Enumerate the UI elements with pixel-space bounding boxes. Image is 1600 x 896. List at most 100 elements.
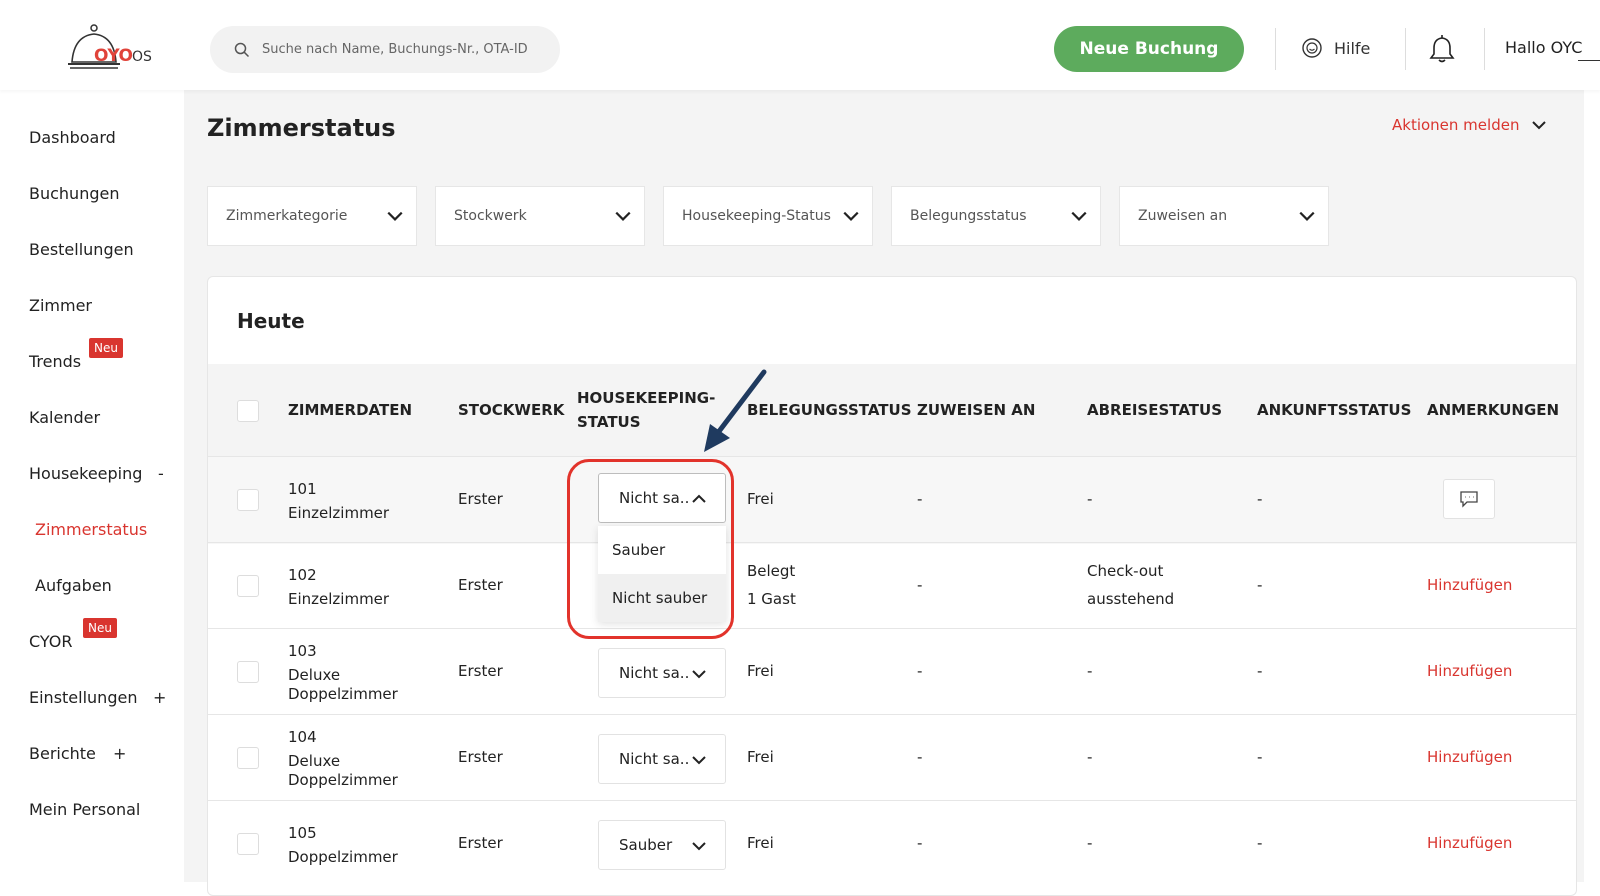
floor: Erster: [458, 576, 503, 594]
housekeeping-status-select[interactable]: Sauber: [598, 820, 726, 870]
help-link[interactable]: Hilfe: [1300, 36, 1370, 60]
sidebar-item-dashboard[interactable]: Dashboard: [29, 128, 116, 147]
row-checkbox[interactable]: [237, 489, 259, 511]
filter-label: Zuweisen an: [1138, 208, 1228, 224]
expand-icon[interactable]: +: [153, 688, 166, 707]
sidebar-item-rooms[interactable]: Zimmer: [29, 296, 92, 315]
filter-occupancy-status[interactable]: Belegungsstatus: [891, 186, 1101, 246]
departure-status: Check-out: [1087, 562, 1164, 580]
room-type-2: Doppelzimmer: [288, 771, 398, 789]
housekeeping-status-select[interactable]: Nicht sa..: [598, 734, 726, 784]
room-type: Einzelzimmer: [288, 504, 390, 522]
support-headset-icon: [1302, 38, 1322, 58]
departure-status: -: [1087, 662, 1093, 680]
underline: [1578, 60, 1600, 61]
chevron-down-icon: [692, 842, 706, 851]
report-actions-label: Aktionen melden: [1392, 116, 1520, 134]
sidebar-item-room-status[interactable]: Zimmerstatus: [35, 520, 147, 539]
search-bar[interactable]: [210, 26, 560, 73]
sidebar-item-housekeeping[interactable]: Housekeeping: [29, 464, 142, 483]
add-note-link[interactable]: Hinzufügen: [1427, 573, 1512, 597]
annotation-arrow-icon: [704, 369, 767, 452]
sidebar-item-orders[interactable]: Bestellungen: [29, 240, 134, 259]
chevron-down-icon: [1532, 121, 1547, 130]
room-number: 103: [288, 642, 317, 660]
notification-bell-icon[interactable]: [1428, 34, 1456, 64]
departure-status: -: [1087, 748, 1093, 766]
sidebar-item-tasks[interactable]: Aufgaben: [35, 576, 112, 595]
housekeeping-status-select[interactable]: Nicht sa..: [598, 648, 726, 698]
filter-label: Zimmerkategorie: [226, 208, 348, 224]
filter-floor[interactable]: Stockwerk: [435, 186, 645, 246]
occupancy-status: Frei: [747, 662, 774, 680]
new-booking-button[interactable]: Neue Buchung: [1054, 26, 1244, 72]
occupancy-status: Frei: [747, 834, 774, 852]
floor: Erster: [458, 834, 503, 852]
new-badge: Neu: [89, 338, 123, 358]
header-room-data: ZIMMERDATEN: [288, 401, 413, 419]
select-all-checkbox[interactable]: [237, 400, 259, 422]
add-note-link[interactable]: Hinzufügen: [1427, 659, 1512, 683]
header-housekeeping-2: STATUS: [577, 413, 641, 431]
room-type: Doppelzimmer: [288, 848, 398, 866]
help-label: Hilfe: [1334, 38, 1371, 58]
user-greeting[interactable]: Hallo OYC: [1505, 38, 1582, 57]
row-checkbox[interactable]: [237, 661, 259, 683]
housekeeping-status-value: Nicht sa..: [619, 664, 690, 682]
housekeeping-status-value: Sauber: [619, 836, 673, 854]
collapse-icon[interactable]: -: [158, 464, 164, 483]
arrival-status: -: [1257, 748, 1263, 766]
room-type-2: Doppelzimmer: [288, 685, 398, 703]
chevron-down-icon: [843, 211, 859, 221]
sidebar-item-my-staff[interactable]: Mein Personal: [29, 800, 140, 819]
table-header: ZIMMERDATEN STOCKWERK HOUSEKEEPING- STAT…: [208, 364, 1576, 456]
housekeeping-status-value: Nicht sa..: [619, 750, 690, 768]
header-floor: STOCKWERK: [458, 401, 565, 419]
room-number: 105: [288, 824, 317, 842]
departure-status-2: ausstehend: [1087, 590, 1175, 608]
add-note-button[interactable]: [1443, 479, 1495, 519]
sidebar-item-calendar[interactable]: Kalender: [29, 408, 100, 427]
oyo-os-logo[interactable]: OYO OS: [66, 24, 166, 76]
header-occupancy: BELEGUNGSSTATUS: [747, 401, 912, 419]
add-note-link[interactable]: Hinzufügen: [1427, 745, 1512, 769]
add-note-link[interactable]: Hinzufügen: [1427, 831, 1512, 855]
row-checkbox[interactable]: [237, 747, 259, 769]
filter-label: Stockwerk: [454, 208, 527, 224]
table-row: 102 Einzelzimmer Erster Belegt 1 Gast - …: [208, 542, 1576, 630]
header-arrival: ANKUNFTSSTATUS: [1257, 401, 1412, 419]
room-status-card: Heute ZIMMERDATEN STOCKWERK HOUSEKEEPING…: [207, 276, 1577, 896]
search-input[interactable]: [262, 42, 552, 57]
sidebar-item-settings[interactable]: Einstellungen: [29, 688, 137, 707]
arrival-status: -: [1257, 490, 1263, 508]
section-title: Heute: [237, 309, 305, 333]
guest-count: 1 Gast: [747, 590, 796, 608]
assigned-to: -: [917, 834, 923, 852]
filter-assign-to[interactable]: Zuweisen an: [1119, 186, 1329, 246]
sidebar-item-reports[interactable]: Berichte: [29, 744, 96, 763]
header-notes: ANMERKUNGEN: [1427, 401, 1560, 419]
room-number: 102: [288, 566, 317, 584]
sidebar-item-cyor[interactable]: CYOR: [29, 632, 73, 651]
row-checkbox[interactable]: [237, 833, 259, 855]
filter-housekeeping-status[interactable]: Housekeeping-Status: [663, 186, 873, 246]
sidebar: Dashboard Buchungen Bestellungen Zimmer …: [0, 90, 184, 882]
occupancy-status: Frei: [747, 490, 774, 508]
row-checkbox[interactable]: [237, 575, 259, 597]
header-assign-to: ZUWEISEN AN: [917, 401, 1036, 419]
room-number: 101: [288, 480, 317, 498]
table-row: 101 Einzelzimmer Erster Nicht sa.. Frei …: [208, 456, 1576, 544]
table-row: 103 Deluxe Doppelzimmer Erster Nicht sa.…: [208, 628, 1576, 716]
expand-icon[interactable]: +: [113, 744, 126, 763]
filter-label: Belegungsstatus: [910, 208, 1027, 224]
sidebar-item-trends[interactable]: Trends: [29, 352, 81, 371]
room-type: Einzelzimmer: [288, 590, 390, 608]
sidebar-item-bookings[interactable]: Buchungen: [29, 184, 119, 203]
assigned-to: -: [917, 576, 923, 594]
search-icon: [234, 42, 250, 57]
floor: Erster: [458, 748, 503, 766]
report-actions-dropdown[interactable]: Aktionen melden: [1392, 116, 1547, 134]
filter-room-category[interactable]: Zimmerkategorie: [207, 186, 417, 246]
departure-status: -: [1087, 490, 1093, 508]
departure-status: -: [1087, 834, 1093, 852]
